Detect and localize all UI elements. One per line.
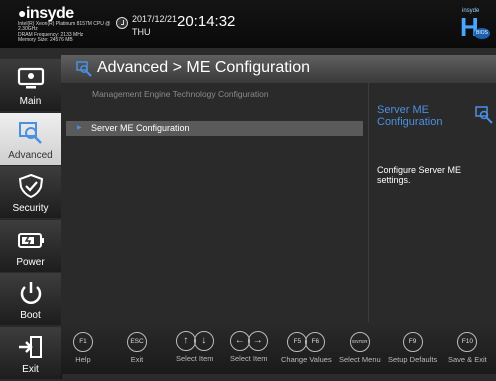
sidebar-item-main[interactable]: Main bbox=[0, 59, 62, 111]
help-description: Configure Server ME settings. bbox=[377, 165, 462, 185]
day-display: THU bbox=[132, 27, 151, 37]
menu-item-label: Server ME Configuration bbox=[91, 123, 190, 133]
f9-key-icon: F9 bbox=[402, 332, 423, 352]
key-select-item-horizontal[interactable]: ← → Select Item bbox=[229, 330, 268, 363]
top-bar: ●insyde Intel(R) Xeon(R) Platinum 8157M … bbox=[0, 0, 496, 48]
sidebar-item-advanced[interactable]: Advanced bbox=[0, 112, 62, 165]
arrow-left-icon: ← bbox=[229, 331, 250, 351]
date-display: 2017/12/21 bbox=[132, 14, 178, 24]
f5-key-icon: F5 bbox=[287, 332, 308, 352]
help-divider bbox=[368, 83, 369, 322]
arrow-right-icon: → bbox=[247, 331, 268, 351]
section-caption: Management Engine Technology Configurati… bbox=[92, 89, 269, 99]
key-select-item-vertical[interactable]: ↑ ↓ Select Item bbox=[175, 330, 214, 363]
sidebar-item-power[interactable]: Power bbox=[0, 219, 62, 272]
menu-item-server-me-configuration[interactable]: ▶ Server ME Configuration bbox=[66, 121, 363, 136]
sidebar-item-label: Advanced bbox=[8, 149, 53, 161]
key-save-exit[interactable]: F10 Save & Exit bbox=[448, 330, 487, 364]
sidebar-item-boot[interactable]: Boot bbox=[0, 273, 62, 326]
f1-key-icon: F1 bbox=[73, 332, 93, 352]
sidebar-item-label: Security bbox=[12, 203, 49, 215]
page-title: Advanced > ME Configuration bbox=[97, 59, 311, 76]
key-select-menu[interactable]: ENTER Select Menu bbox=[339, 330, 381, 364]
key-setup-defaults[interactable]: F9 Setup Defaults bbox=[388, 330, 437, 364]
key-exit[interactable]: ESC Exit bbox=[127, 330, 147, 364]
sidebar-item-label: Boot bbox=[20, 310, 41, 322]
shield-icon bbox=[18, 174, 44, 199]
enter-key-icon: ENTER bbox=[349, 332, 370, 352]
sidebar: Main Advanced Security Power Boot Exit bbox=[0, 59, 62, 381]
sidebar-item-exit[interactable]: Exit bbox=[0, 326, 62, 379]
key-change-values[interactable]: F5 F6 Change Values bbox=[281, 330, 332, 364]
key-help[interactable]: F1 Help bbox=[73, 330, 93, 364]
exit-icon bbox=[19, 335, 42, 358]
time-display: 20:14:32 bbox=[177, 13, 236, 30]
sidebar-item-security[interactable]: Security bbox=[0, 166, 62, 219]
monitor-icon bbox=[17, 67, 45, 89]
sidebar-item-label: Main bbox=[19, 96, 42, 107]
memory-size: Memory Size: 24576 MB bbox=[18, 36, 73, 43]
page-title-bar: Advanced > ME Configuration bbox=[61, 55, 496, 83]
sidebar-item-label: Exit bbox=[22, 363, 39, 375]
esc-key-icon: ESC bbox=[127, 332, 147, 352]
f6-key-icon: F6 bbox=[305, 332, 326, 352]
advanced-icon bbox=[76, 61, 92, 77]
sidebar-item-label: Power bbox=[16, 256, 45, 268]
help-title: Server ME Configuration bbox=[377, 104, 443, 128]
main-panel: Advanced > ME Configuration Management E… bbox=[61, 52, 496, 322]
power-icon bbox=[20, 282, 42, 305]
advanced-icon bbox=[19, 121, 42, 144]
arrow-up-icon: ↑ bbox=[175, 331, 196, 351]
f10-key-icon: F10 bbox=[457, 332, 478, 352]
submenu-arrow-icon: ▶ bbox=[77, 125, 82, 131]
system-info: Intel(R) Xeon(R) Platinum 8157M CPU @ 2.… bbox=[18, 21, 110, 43]
battery-icon bbox=[18, 232, 44, 248]
help-advanced-icon bbox=[475, 106, 493, 124]
arrow-down-icon: ↓ bbox=[193, 331, 214, 351]
hotkey-bar: F1 Help ESC Exit ↑ ↓ Select Item ← → Selec… bbox=[61, 322, 496, 374]
insyde-h2o-logo: insyde H BIOS bbox=[458, 6, 492, 42]
clock-icon bbox=[116, 17, 128, 29]
